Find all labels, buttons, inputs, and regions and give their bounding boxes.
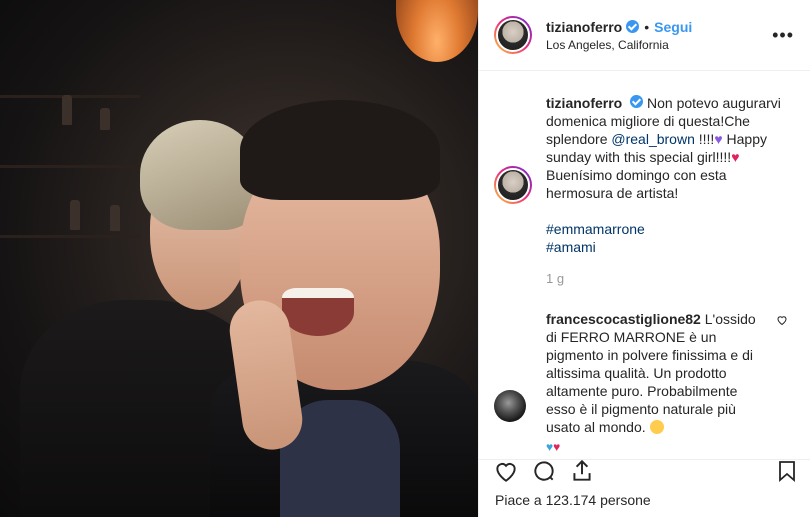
verified-icon bbox=[630, 95, 644, 108]
hashtags: #emmamarrone #amami bbox=[546, 220, 786, 256]
likes-count[interactable]: Piace a 123.174 persone bbox=[495, 492, 651, 508]
like-icon[interactable] bbox=[493, 458, 519, 487]
bottle bbox=[62, 95, 72, 125]
caption: tizianoferro Non potevo augurarvi domeni… bbox=[494, 94, 794, 288]
avatar[interactable] bbox=[494, 166, 532, 204]
separator-dot: • bbox=[644, 18, 650, 35]
header-info: tizianoferro • Segui Los Angeles, Califo… bbox=[546, 19, 772, 52]
action-bar bbox=[479, 459, 810, 487]
red-heart-icon: ♥ bbox=[731, 149, 740, 165]
comment-username[interactable]: francescocastiglione82 bbox=[546, 311, 701, 327]
share-icon[interactable] bbox=[569, 458, 595, 487]
bookmark-icon[interactable] bbox=[775, 458, 799, 487]
more-options-icon[interactable]: ••• bbox=[772, 25, 794, 46]
caption-username[interactable]: tizianoferro bbox=[546, 95, 622, 111]
post-sidebar: tizianoferro • Segui Los Angeles, Califo… bbox=[478, 0, 810, 517]
person-right-mouth bbox=[282, 288, 354, 336]
post-header: tizianoferro • Segui Los Angeles, Califo… bbox=[479, 0, 810, 71]
caption-text-part: Buenísimo domingo con esta hermosura de … bbox=[546, 167, 727, 201]
comment-like-icon[interactable] bbox=[776, 314, 788, 329]
lamp bbox=[396, 0, 478, 62]
instagram-post: tizianoferro • Segui Los Angeles, Califo… bbox=[0, 0, 810, 517]
avatar[interactable] bbox=[494, 390, 526, 422]
hashtag-link[interactable]: #amami bbox=[546, 238, 786, 256]
post-photo[interactable] bbox=[0, 0, 478, 517]
verified-icon bbox=[626, 20, 640, 33]
hashtag-link[interactable]: #emmamarrone bbox=[546, 220, 786, 238]
mention-link[interactable]: @real_brown bbox=[611, 131, 694, 147]
shelf bbox=[0, 235, 140, 238]
follow-button[interactable]: Segui bbox=[654, 19, 692, 35]
bottle bbox=[100, 108, 110, 130]
avatar[interactable] bbox=[494, 16, 532, 54]
red-heart-icon: ♥ bbox=[553, 440, 561, 454]
comment-icon[interactable] bbox=[531, 458, 557, 487]
comment-text: francescocastiglione82 L'ossido di FERRO… bbox=[546, 310, 764, 456]
comment-body: L'ossido di FERRO MARRONE è un pigmento … bbox=[546, 311, 756, 435]
comments-section[interactable]: tizianoferro Non potevo augurarvi domeni… bbox=[479, 72, 810, 461]
location-link[interactable]: Los Angeles, California bbox=[546, 38, 772, 52]
shelf bbox=[0, 165, 140, 168]
person-right-hair bbox=[240, 100, 440, 200]
post-time: 1 g bbox=[546, 271, 565, 286]
bottle bbox=[70, 200, 80, 230]
comment-item: francescocastiglione82 L'ossido di FERRO… bbox=[494, 310, 794, 456]
hearts-emoji: ♥♥ bbox=[546, 438, 764, 456]
caption-text: tizianoferro Non potevo augurarvi domeni… bbox=[546, 94, 786, 288]
purple-heart-icon: ♥ bbox=[714, 131, 723, 147]
caption-text-part: !!!! bbox=[694, 131, 715, 147]
header-username[interactable]: tizianoferro bbox=[546, 19, 622, 35]
bottle bbox=[110, 205, 120, 231]
sweat-smile-emoji-icon bbox=[649, 420, 664, 434]
